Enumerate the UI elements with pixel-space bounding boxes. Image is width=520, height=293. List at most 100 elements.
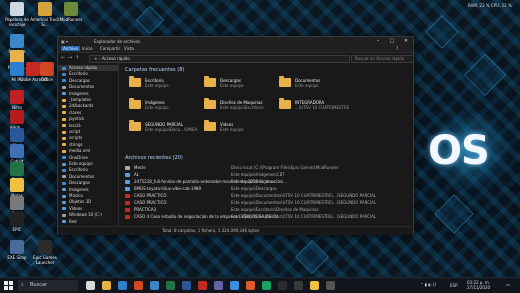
desktop-icon[interactable]: MudRunner xyxy=(56,2,86,22)
recent-file-row[interactable]: CASO 4 Caso estudio de negociación de la… xyxy=(125,214,410,220)
tab-vista[interactable]: Vista xyxy=(124,46,134,51)
recent-file-row[interactable]: PRACTICA3 Este equipo\Escritorio\Diseños … xyxy=(125,207,410,213)
desktop-icon-image xyxy=(10,90,24,104)
taskbar-app-icon[interactable] xyxy=(150,281,159,290)
nav-item[interactable]: scripts xyxy=(62,135,118,141)
file-path: Disco local (C:)\Program Files\Epic Game… xyxy=(231,165,339,170)
up-arrow-icon[interactable]: ↑ xyxy=(75,55,79,61)
taskbar-app-icon[interactable] xyxy=(326,281,335,290)
nav-item[interactable]: script xyxy=(62,129,118,135)
frequent-folder[interactable]: Videos Este equipo xyxy=(204,120,274,135)
frequent-folder[interactable]: INTEGRADORA ...\UTSV 10 CUATRIMESTRE xyxy=(279,98,349,113)
desktop-icon[interactable]: EXE Simp xyxy=(2,240,32,260)
recent-file-row[interactable]: 6MGS-toyota-hilux-vibe-cab-1989 Este equi… xyxy=(125,186,410,192)
taskbar-app-icon[interactable] xyxy=(86,281,95,290)
recent-files-header[interactable]: Archivos recientes (20) xyxy=(125,155,183,161)
address-input[interactable]: ★ › Acceso rápido xyxy=(89,55,350,63)
nav-item[interactable]: joystick xyxy=(62,116,118,122)
nav-item[interactable]: lecció xyxy=(62,123,118,129)
taskbar-app-icon[interactable] xyxy=(198,281,207,290)
nav-item[interactable]: 2d/backards xyxy=(62,103,118,109)
start-button[interactable] xyxy=(2,280,14,291)
close-icon[interactable]: ✕ xyxy=(399,37,413,45)
nav-item[interactable]: Imágenes xyxy=(62,187,118,193)
forward-arrow-icon[interactable]: → xyxy=(68,55,72,61)
nav-item[interactable]: Acceso rápido xyxy=(58,65,118,71)
nav-item[interactable]: _templates xyxy=(62,97,118,103)
recent-file-row[interactable]: CASO PRACTICO Este equipo\Documentos\UTSV… xyxy=(125,193,410,199)
taskbar-app-icon[interactable] xyxy=(310,281,319,290)
nav-item[interactable]: Objetos 3D xyxy=(62,199,118,205)
maximize-icon[interactable]: □ xyxy=(385,37,399,45)
search-input[interactable]: Buscar en Acceso rápido xyxy=(351,55,414,63)
frequent-folder[interactable]: Escritorio Este equipo xyxy=(129,76,199,91)
nav-item[interactable]: Red xyxy=(62,219,118,225)
taskbar-app-icon[interactable] xyxy=(230,281,239,290)
recent-file-row[interactable]: AL Este equipo\Imágenes\CBT xyxy=(125,172,410,178)
desktop-icon[interactable]: Cobalt xyxy=(2,144,32,164)
nav-item[interactable]: Música xyxy=(62,193,118,199)
nav-item[interactable]: Imágenes xyxy=(62,91,118,97)
taskbar-search-box[interactable]: ⌕ Buscar xyxy=(18,280,78,291)
tab-inicio[interactable]: Inicio xyxy=(82,46,93,51)
taskbar-app-icon[interactable] xyxy=(118,281,127,290)
recent-file-row[interactable]: Mecle Disco local (C:)\Program Files\Epic… xyxy=(125,165,410,171)
nav-item[interactable]: clases xyxy=(62,110,118,116)
taskbar-app-icon[interactable] xyxy=(182,281,191,290)
tab-compartir[interactable]: Compartir xyxy=(100,46,120,51)
recent-file-row[interactable]: 2475228_full-fondos-de-pantalla-ordenado… xyxy=(125,179,410,185)
desktop-icon[interactable]: EPIC xyxy=(2,212,32,232)
taskbar-app-icon[interactable] xyxy=(166,281,175,290)
nav-item[interactable]: Windows 10 (C:) xyxy=(62,212,118,218)
notification-icon[interactable]: ▭ xyxy=(506,282,510,287)
folder-icon xyxy=(62,188,66,192)
desktop-icon[interactable]: Notas xyxy=(2,178,32,198)
folder-icon xyxy=(62,79,66,83)
taskbar-app-icon[interactable] xyxy=(262,281,271,290)
taskbar-app-icon[interactable] xyxy=(102,281,111,290)
language-indicator[interactable]: ESP xyxy=(450,283,457,288)
tab-archivo[interactable]: Archivo xyxy=(61,46,80,51)
nav-item[interactable]: OneDrive xyxy=(62,155,118,161)
frequent-folders-header[interactable]: Carpetas frecuentes (8) xyxy=(125,67,184,73)
help-icon[interactable]: ? xyxy=(396,46,398,51)
tray-icons[interactable]: ⌃ ▮ ◐ )) xyxy=(420,282,436,287)
nav-item[interactable]: Documentos xyxy=(62,84,118,90)
nav-item[interactable]: Descargas xyxy=(62,180,118,186)
frequent-folder[interactable]: Imágenes Este equipo xyxy=(129,98,199,113)
nav-item[interactable]: Documentos xyxy=(62,174,118,180)
desktop-icon[interactable]: Adob... xyxy=(2,110,32,130)
title-bar[interactable]: ▣ ▾ Explorador de archivos – □ ✕ xyxy=(58,37,413,45)
frequent-folder[interactable]: Descargas Este equipo xyxy=(204,76,274,91)
frequent-folder[interactable]: SEGUNDO PARCIAL Este equipo\Docu...\OMEA xyxy=(129,120,199,135)
frequent-folder[interactable]: Diseños de Maquinas Este equipo\Escritori… xyxy=(204,98,274,113)
nav-item[interactable]: Este equipo xyxy=(62,161,118,167)
quick-access-toolbar-icon[interactable]: ▣ ▾ xyxy=(61,39,68,44)
nav-item[interactable]: media.xml xyxy=(62,148,118,154)
nav-item[interactable]: Escritorio xyxy=(62,71,118,77)
ribbon-tabs: Archivo Inicio Compartir Vista ? xyxy=(58,45,413,52)
clock[interactable]: 03:22 p. m. 27/11/2020 xyxy=(467,280,490,290)
taskbar-app-icon[interactable] xyxy=(278,281,287,290)
nav-item[interactable]: Escritorio xyxy=(62,167,118,173)
desktop-icon[interactable]: Papelera de reciclaje xyxy=(2,2,32,27)
nav-item-label: 2d/backards xyxy=(69,103,94,109)
nav-item[interactable]: Descargas xyxy=(62,78,118,84)
nav-item[interactable]: Vídeos xyxy=(62,206,118,212)
frequent-folder[interactable]: Documentos Este equipo xyxy=(279,76,349,91)
taskbar-app-icon[interactable] xyxy=(134,281,143,290)
desktop-icon[interactable]: Nitro xyxy=(2,90,32,110)
nav-item[interactable]: strings xyxy=(62,142,118,148)
taskbar-app-icon[interactable] xyxy=(246,281,255,290)
folder-icon xyxy=(62,66,66,70)
back-arrow-icon[interactable]: ← xyxy=(61,55,65,61)
taskbar-app-icon[interactable] xyxy=(294,281,303,290)
taskbar-app-icon[interactable] xyxy=(214,281,223,290)
desktop-icon-image xyxy=(38,240,52,254)
desktop-icon[interactable]: Epic Games Launcher xyxy=(30,240,60,265)
minimize-icon[interactable]: – xyxy=(371,37,385,45)
desktop-icon-image xyxy=(10,240,24,254)
recent-file-row[interactable]: CASO PRACTICO Este equipo\Documentos\UTSV… xyxy=(125,200,410,206)
desktop-icon-image xyxy=(10,144,24,158)
wallpaper-cube xyxy=(463,53,507,97)
